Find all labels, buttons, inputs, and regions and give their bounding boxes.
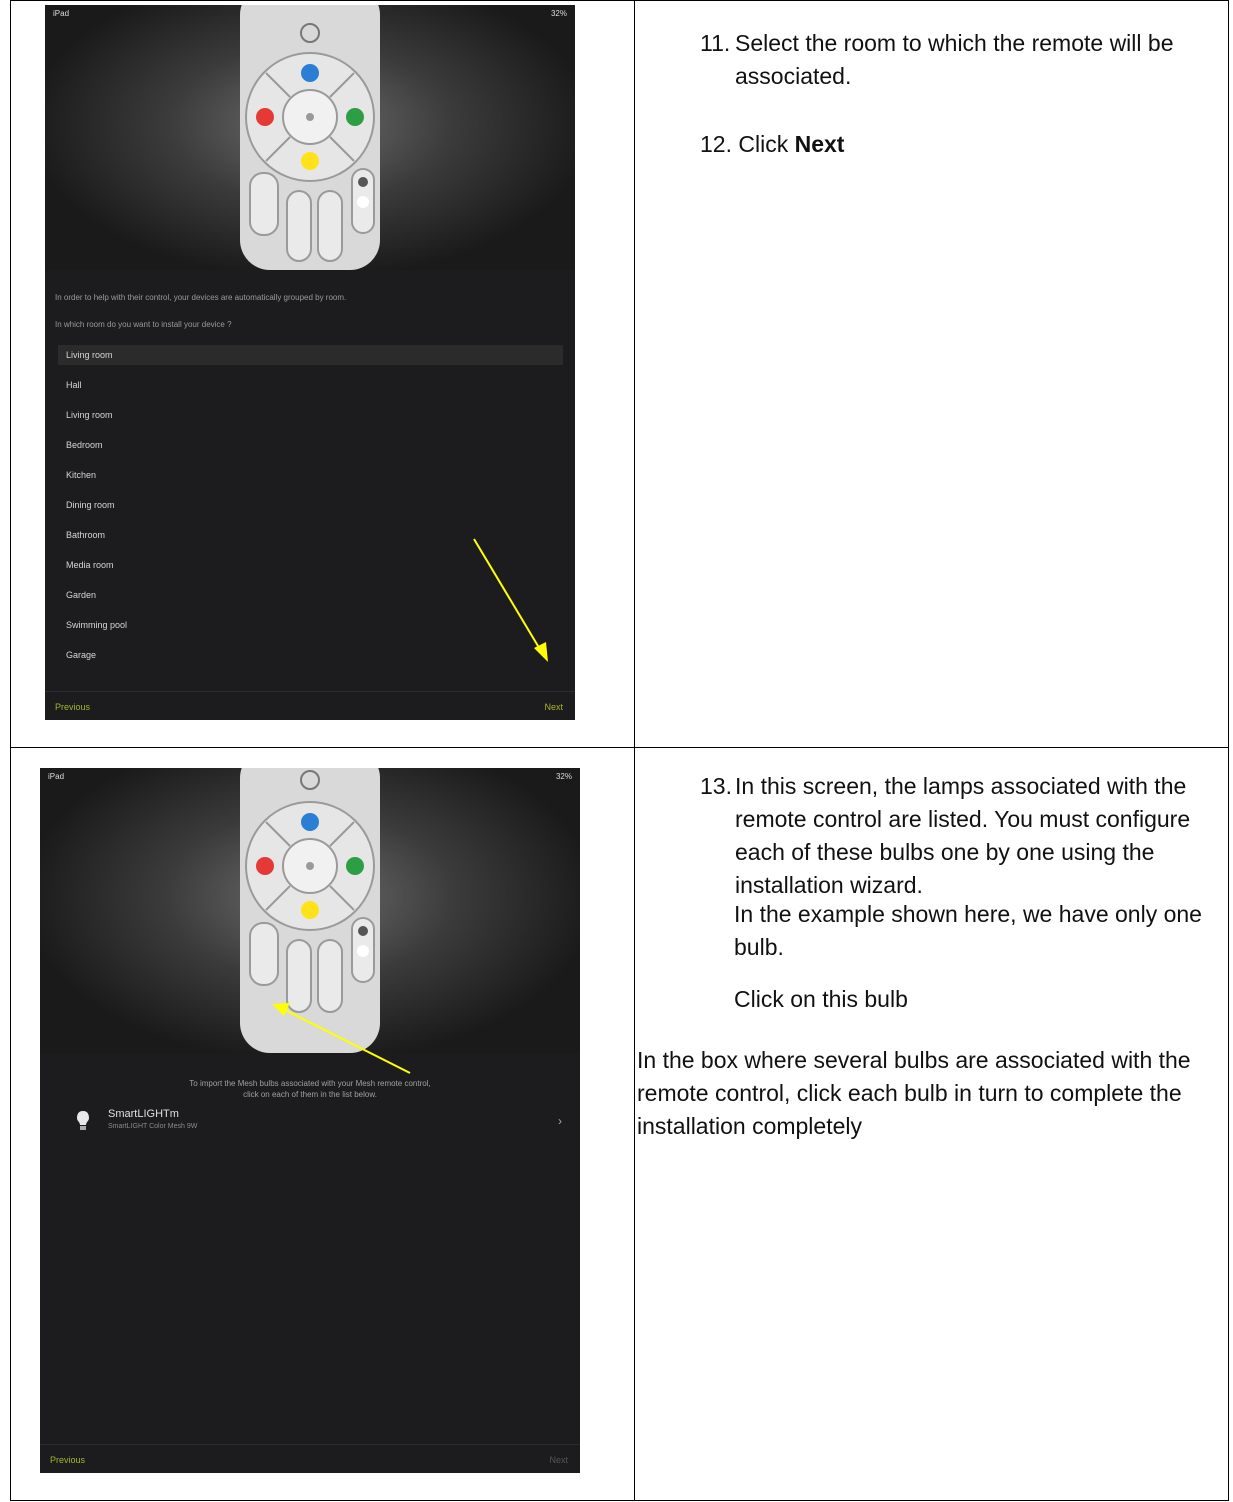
step-number: 13.	[700, 773, 732, 799]
room-option[interactable]: Media room	[58, 550, 563, 580]
screenshot-bulb-list: iPad 32% To import the Mesh bulbs associ…	[40, 768, 580, 1473]
wizard-footer: Previous Next	[40, 1444, 580, 1473]
column-divider	[634, 1, 635, 1500]
remote-hero	[40, 768, 580, 1053]
carrier-label: iPad	[53, 9, 70, 18]
step-text: Click	[738, 131, 789, 157]
step-13: 13. In this screen, the lamps associated…	[700, 770, 1220, 902]
status-bar: iPad 32%	[48, 772, 572, 784]
step-number: 12.	[700, 131, 732, 157]
battery-label: 32%	[555, 772, 572, 781]
room-list: Living room Hall Living room Bedroom Kit…	[58, 345, 563, 670]
step-text: In this screen, the lamps associated wit…	[735, 773, 1191, 898]
remote-control-image	[240, 768, 380, 1053]
room-option[interactable]: Swimming pool	[58, 610, 563, 640]
wizard-footer: Previous Next	[45, 691, 575, 720]
import-instructions-line: To import the Mesh bulbs associated with…	[189, 1079, 431, 1088]
import-instructions-line: click on each of them in the list below.	[243, 1090, 377, 1099]
yellow-button-icon	[301, 152, 319, 170]
step-13-example: In the example shown here, we have only …	[734, 901, 1202, 960]
step-11: 11. Select the room to which the remote …	[700, 27, 1220, 93]
remote-control-image	[240, 5, 380, 270]
screenshot-room-selection: iPad 32% In order to help with their con…	[45, 5, 575, 720]
status-bar: iPad 32%	[53, 9, 567, 21]
step-text-bold: Next	[794, 131, 845, 157]
room-option[interactable]: Bedroom	[58, 430, 563, 460]
room-option[interactable]: Hall	[58, 370, 563, 400]
room-question: In which room do you want to install you…	[55, 320, 232, 329]
next-button[interactable]: Next	[544, 702, 563, 712]
grouping-message: In order to help with their control, you…	[55, 293, 347, 302]
room-option[interactable]: Garden	[58, 580, 563, 610]
red-button-icon	[256, 108, 274, 126]
green-button-icon	[346, 108, 364, 126]
blue-button-icon	[301, 64, 319, 82]
bulb-icon	[77, 1111, 89, 1130]
next-button[interactable]: Next	[549, 1455, 568, 1465]
carrier-label: iPad	[48, 772, 65, 781]
room-selector[interactable]: Living room	[58, 345, 563, 365]
room-option[interactable]: Kitchen	[58, 460, 563, 490]
previous-button[interactable]: Previous	[55, 702, 90, 712]
step-13-click: Click on this bulb	[734, 986, 908, 1012]
bulb-list-item[interactable]: SmartLIGHTm SmartLIGHT Color Mesh 9W ›	[58, 1106, 562, 1140]
green-button-icon	[346, 857, 364, 875]
step-12: 12. Click Next	[700, 128, 844, 161]
room-option[interactable]: Garage	[58, 640, 563, 670]
yellow-button-icon	[301, 901, 319, 919]
room-option[interactable]: Dining room	[58, 490, 563, 520]
remote-hero	[45, 5, 575, 270]
import-instructions: To import the Mesh bulbs associated with…	[40, 1078, 580, 1100]
previous-button[interactable]: Previous	[50, 1455, 85, 1465]
step-number: 11.	[700, 30, 731, 56]
battery-label: 32%	[550, 9, 567, 18]
room-option[interactable]: Living room	[58, 400, 563, 430]
multiple-bulbs-note: In the box where several bulbs are assoc…	[637, 1047, 1191, 1139]
chevron-right-icon: ›	[558, 1114, 562, 1128]
room-option[interactable]: Bathroom	[58, 520, 563, 550]
red-button-icon	[256, 857, 274, 875]
bulb-model: SmartLIGHT Color Mesh 9W	[108, 1123, 198, 1130]
blue-button-icon	[301, 813, 319, 831]
step-text: Select the room to which the remote will…	[735, 30, 1174, 89]
bulb-name: SmartLIGHTm	[108, 1108, 179, 1120]
row-divider	[11, 747, 1228, 748]
